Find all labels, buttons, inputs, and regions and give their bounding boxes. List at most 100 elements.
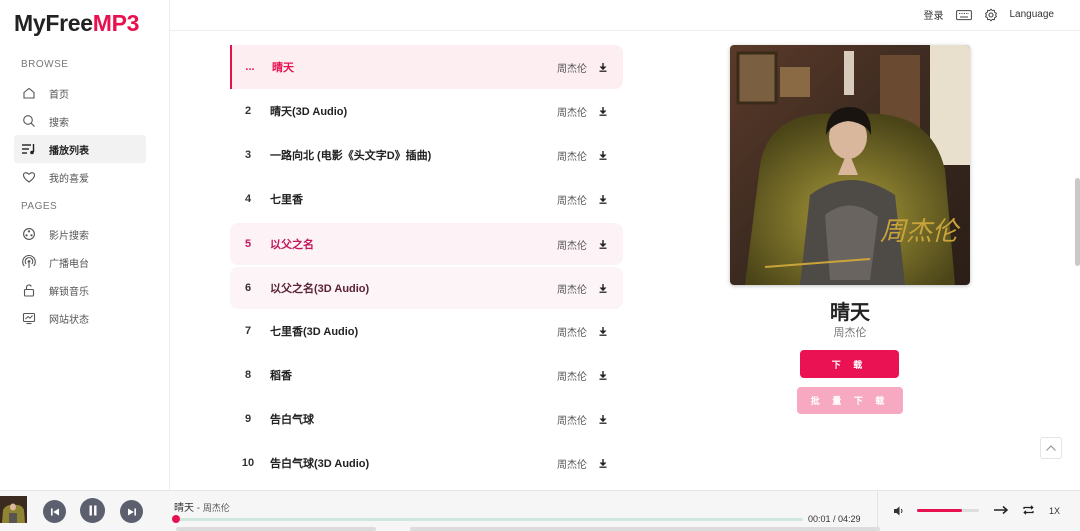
song-title[interactable]: 稻香 [266, 367, 557, 383]
song-row[interactable]: 2 晴天(3D Audio) 周杰伦 [230, 89, 623, 133]
sidebar-item-unlock-music[interactable]: 解锁音乐 [14, 276, 146, 304]
song-title[interactable]: 晴天 [268, 59, 557, 75]
repeat-icon[interactable] [1022, 504, 1035, 516]
volume-slider[interactable] [917, 509, 979, 512]
player-album-thumbnail[interactable] [0, 496, 27, 523]
song-row[interactable]: 9 告白气球 周杰伦 [230, 397, 623, 441]
language-selector[interactable]: Language [1010, 9, 1055, 20]
cover-script-text: 周杰伦 [880, 217, 961, 247]
horizontal-scrollbar-left[interactable] [176, 527, 376, 531]
film-reel-icon [20, 225, 38, 243]
download-icon[interactable] [597, 326, 609, 336]
download-icon[interactable] [597, 150, 609, 160]
sidebar-item-home[interactable]: 首页 [14, 79, 146, 107]
song-title[interactable]: 告白气球(3D Audio) [266, 455, 557, 471]
previous-button[interactable] [43, 500, 66, 523]
horizontal-scrollbar-right[interactable] [410, 527, 880, 531]
playback-time: 00:01 / 04:29 [808, 514, 861, 524]
song-number: 10 [241, 457, 255, 469]
download-icon[interactable] [597, 62, 609, 72]
sidebar-item-label: 首页 [49, 89, 69, 101]
song-number: 7 [244, 325, 252, 337]
song-row[interactable]: 3 一路向北 (电影《头文字D》插曲) 周杰伦 [230, 133, 623, 177]
song-number: ... [245, 61, 255, 73]
page-scrollbar[interactable] [1075, 178, 1080, 266]
song-row[interactable]: 7 七里香(3D Audio) 周杰伦 [230, 309, 623, 353]
song-artist[interactable]: 周杰伦 [557, 237, 587, 252]
song-title[interactable]: 晴天(3D Audio) [266, 103, 557, 119]
download-icon[interactable] [597, 458, 609, 468]
song-artist[interactable]: 周杰伦 [557, 324, 587, 339]
sidebar-item-label: 网站状态 [49, 314, 89, 326]
next-button[interactable] [120, 500, 143, 523]
download-button[interactable]: 下 载 [800, 350, 899, 378]
sidebar-item-label: 影片搜索 [49, 230, 89, 242]
sidebar-item-favorites[interactable]: 我的喜爱 [14, 163, 146, 191]
unlock-icon [20, 281, 38, 299]
song-title[interactable]: 七里香 [266, 191, 557, 207]
sidebar-item-radio[interactable]: 广播电台 [14, 248, 146, 276]
keyboard-icon[interactable] [955, 9, 972, 21]
playback-speed[interactable]: 1X [1049, 506, 1060, 516]
song-row[interactable]: 10 告白气球(3D Audio) 周杰伦 [230, 441, 623, 485]
song-row[interactable]: 5 以父之名 周杰伦 [230, 223, 623, 265]
top-actions: 登录 Language [912, 7, 1055, 22]
player-track-artist: 周杰伦 [202, 503, 230, 513]
now-playing-artist[interactable]: 周杰伦 [730, 324, 970, 340]
song-row[interactable]: 4 七里香 周杰伦 [230, 177, 623, 221]
song-artist[interactable]: 周杰伦 [557, 281, 587, 296]
app-root: MyFreeMP3 BROWSE 首页 搜索 播放列表 我的喜爱 PAGES 影… [0, 0, 1080, 531]
gear-icon[interactable] [984, 7, 998, 22]
song-artist[interactable]: 周杰伦 [557, 148, 587, 163]
browse-section-label: BROWSE [21, 59, 69, 70]
sidebar-item-label: 我的喜爱 [49, 173, 89, 185]
song-row[interactable]: ... 晴天 周杰伦 [230, 45, 623, 89]
login-link[interactable]: 登录 [924, 7, 944, 22]
batch-download-button[interactable]: 批 量 下 载 [797, 387, 903, 414]
download-icon[interactable] [597, 283, 609, 293]
song-title[interactable]: 以父之名 [266, 236, 557, 252]
song-artist[interactable]: 周杰伦 [557, 412, 587, 427]
play-mode-arrow-icon[interactable] [993, 504, 1009, 516]
song-artist[interactable]: 周杰伦 [557, 104, 587, 119]
song-number: 6 [244, 282, 252, 294]
now-playing-title: 晴天 [830, 302, 870, 324]
sidebar-item-label: 搜索 [49, 117, 69, 129]
home-icon [20, 84, 38, 102]
volume-icon[interactable] [893, 505, 905, 517]
progress-knob[interactable] [172, 515, 180, 523]
song-artist[interactable]: 周杰伦 [557, 368, 587, 383]
progress-bar[interactable] [176, 518, 803, 521]
song-row[interactable]: 6 以父之名(3D Audio) 周杰伦 [230, 267, 623, 309]
song-artist[interactable]: 周杰伦 [557, 192, 587, 207]
sidebar-item-movie-search[interactable]: 影片搜索 [14, 220, 146, 248]
song-title[interactable]: 七里香(3D Audio) [266, 323, 557, 339]
app-logo[interactable]: MyFreeMP3 [14, 10, 139, 37]
song-number: 2 [244, 105, 252, 117]
song-title[interactable]: 以父之名(3D Audio) [266, 280, 557, 296]
sidebar-item-label: 解锁音乐 [49, 286, 89, 298]
top-bar: 登录 Language [170, 0, 1080, 31]
scroll-to-top-button[interactable] [1040, 437, 1062, 459]
download-icon[interactable] [597, 239, 609, 249]
download-icon[interactable] [597, 414, 609, 424]
song-row[interactable]: 8 稻香 周杰伦 [230, 353, 623, 397]
player-bar: 晴天 - 周杰伦 00:01 / 04:29 1X [0, 490, 1080, 531]
song-artist[interactable]: 周杰伦 [557, 60, 587, 75]
download-icon[interactable] [597, 194, 609, 204]
song-artist[interactable]: 周杰伦 [557, 456, 587, 471]
pause-button[interactable] [80, 498, 105, 523]
song-title[interactable]: 告白气球 [266, 411, 557, 427]
song-number: 8 [244, 369, 252, 381]
album-cover: 周杰伦 [730, 45, 970, 285]
sidebar-item-search[interactable]: 搜索 [14, 107, 146, 135]
download-icon[interactable] [597, 370, 609, 380]
song-title[interactable]: 一路向北 (电影《头文字D》插曲) [266, 147, 557, 163]
sidebar-item-playlist[interactable]: 播放列表 [14, 135, 146, 163]
player-track-info: 晴天 - 周杰伦 [174, 503, 230, 514]
sidebar: MyFreeMP3 BROWSE 首页 搜索 播放列表 我的喜爱 PAGES 影… [0, 0, 170, 490]
sidebar-item-label: 广播电台 [49, 258, 89, 270]
download-icon[interactable] [597, 106, 609, 116]
sidebar-item-site-status[interactable]: 网站状态 [14, 304, 146, 332]
player-track-title: 晴天 [174, 503, 194, 514]
